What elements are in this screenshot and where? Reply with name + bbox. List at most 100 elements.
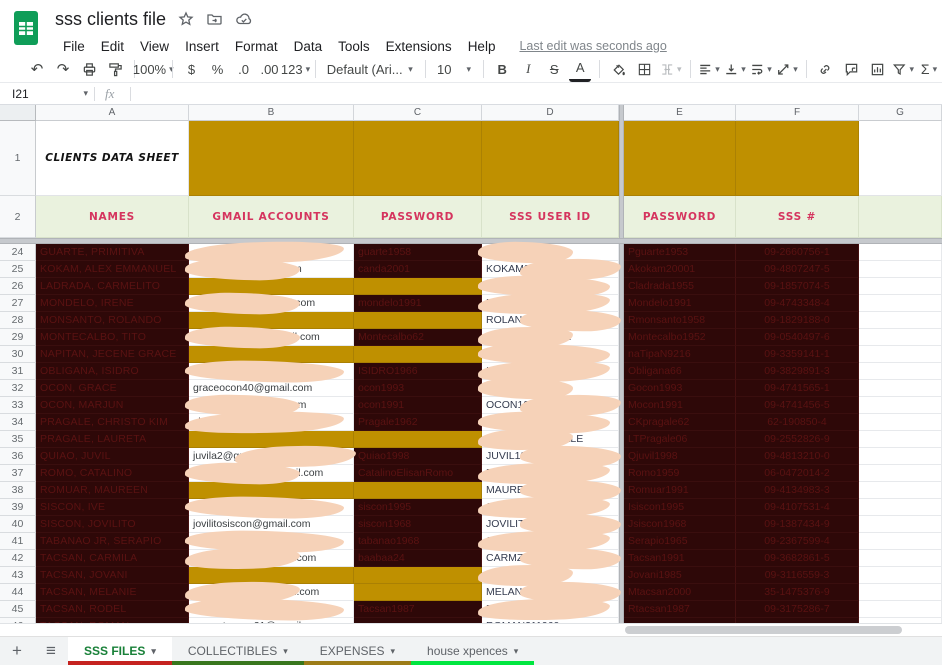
row-header[interactable]: 34 (0, 414, 36, 431)
column-header-B[interactable]: B (189, 105, 354, 121)
cell-gmail[interactable]: alexkokam@gmail.com (184, 257, 354, 282)
currency-format-button[interactable]: $ (181, 58, 203, 80)
cell-sss-number[interactable]: 09-4134983-3 (736, 482, 859, 499)
cell-password2[interactable]: Akokam20001 (624, 261, 736, 278)
cell-gmail[interactable]: catalinoromo70@gmail.com (184, 461, 354, 486)
cell-password2[interactable]: Gocon1993 (624, 380, 736, 397)
cell-name[interactable]: MONTECALBO, TITO (36, 329, 189, 346)
cell-name[interactable]: KOKAM, ALEX EMMANUEL (36, 261, 189, 278)
column-header-F[interactable]: F (736, 105, 859, 121)
font-select[interactable]: Default (Ari... ▾ (323, 58, 417, 80)
cell-password[interactable]: tabanao1968 (354, 533, 482, 550)
cell-password2[interactable]: CKpragale62 (624, 414, 736, 431)
header-cell-password2[interactable]: PASSWORD (624, 196, 736, 238)
cell-gmail[interactable]: rodeltacsan@gmail.com (184, 597, 354, 622)
header-cell-empty[interactable] (859, 196, 942, 238)
text-rotation-button[interactable]: ▾ (776, 58, 798, 80)
cell-password2[interactable]: naTipaN9216 (624, 346, 736, 363)
cell-gmail[interactable]: irenemondelo@gmail.com (184, 291, 354, 316)
tab-expenses[interactable]: EXPENSES ▾ (303, 637, 412, 665)
menu-file[interactable]: File (55, 37, 93, 56)
cell-sss-number[interactable]: 09-1829188-0 (736, 312, 859, 329)
increase-decimal-button[interactable]: .00 (259, 58, 281, 80)
cell-password2[interactable]: Romo1959 (624, 465, 736, 482)
cell-sss-number[interactable]: 09-4107531-4 (736, 499, 859, 516)
cell-sss-number[interactable]: 09-4741565-1 (736, 380, 859, 397)
cell-empty[interactable] (859, 261, 942, 278)
cell-gmail[interactable]: christokimpragale@gmail.com (184, 409, 354, 436)
cell-password2[interactable]: Cladrada1955 (624, 278, 736, 295)
header-cell-password[interactable]: PASSWORD (354, 196, 482, 238)
cell-empty[interactable] (859, 312, 942, 329)
cell-empty[interactable] (859, 278, 942, 295)
sheets-logo[interactable] (13, 8, 43, 48)
cell-empty[interactable] (859, 533, 942, 550)
cell-name[interactable]: TACSAN, MELANIE (36, 584, 189, 601)
cell-sss-number[interactable]: 09-4741456-5 (736, 397, 859, 414)
move-folder-icon[interactable] (206, 11, 223, 27)
redo-button[interactable]: ↷ (52, 58, 74, 80)
cell-password[interactable]: siscon1968 (354, 516, 482, 533)
cell-empty[interactable] (859, 567, 942, 584)
cell-sss-number[interactable]: 09-2367599-4 (736, 533, 859, 550)
cell-empty[interactable] (859, 363, 942, 380)
cell-name[interactable]: PRAGALE, CHRISTO KIM (36, 414, 189, 431)
cell-sss-number[interactable]: 09-0540497-6 (736, 329, 859, 346)
cell-name[interactable]: ROMUAR, MAUREEN (36, 482, 189, 499)
cell-name[interactable]: QUIAO, JUVIL (36, 448, 189, 465)
cell-empty[interactable] (859, 516, 942, 533)
cell-empty[interactable] (859, 601, 942, 618)
menu-help[interactable]: Help (460, 37, 504, 56)
row-header[interactable]: 35 (0, 431, 36, 448)
row-header[interactable]: 45 (0, 601, 36, 618)
row-header[interactable]: 32 (0, 380, 36, 397)
cell-password2[interactable]: Jovani1985 (624, 567, 736, 584)
cell-sss-user-id[interactable]: GOCON1993 (477, 376, 619, 401)
cell-empty[interactable] (859, 397, 942, 414)
merge-cells-button[interactable]: ▾ (660, 58, 682, 80)
cell-sss-number[interactable]: 62-190850-4 (736, 414, 859, 431)
cell-password2[interactable]: Montecalbo1952 (624, 329, 736, 346)
cell-password[interactable]: ocon1991 (354, 397, 482, 414)
tab-house-xpences[interactable]: house xpences ▾ (411, 637, 535, 665)
header-cell-sss-number[interactable]: SSS # (736, 196, 859, 238)
cell-password[interactable]: mondelo1991 (354, 295, 482, 312)
name-box[interactable]: I21 ▾ (0, 87, 88, 101)
cell-password[interactable] (354, 431, 482, 448)
column-header-G[interactable]: G (859, 105, 942, 121)
cell-name[interactable]: OCON, GRACE (36, 380, 189, 397)
cell-sss-number[interactable]: 09-4807247-5 (736, 261, 859, 278)
cell-password2[interactable]: Obligana66 (624, 363, 736, 380)
cell-empty[interactable] (859, 295, 942, 312)
cell-name[interactable]: OCON, MARJUN (36, 397, 189, 414)
cell-password[interactable]: guarte1958 (354, 244, 482, 261)
scrollbar-thumb[interactable] (625, 626, 902, 634)
cell-gmail[interactable] (189, 431, 354, 448)
cell-password2[interactable]: Romuar1991 (624, 482, 736, 499)
tab-sss-files[interactable]: SSS FILES ▾ (68, 637, 172, 665)
row-header[interactable]: 33 (0, 397, 36, 414)
filter-button[interactable]: ▾ (892, 58, 914, 80)
cell-password2[interactable]: Mondelo1991 (624, 295, 736, 312)
cell-sss-user-id[interactable]: RODELTACSAN (477, 596, 619, 623)
gold-cell[interactable] (354, 121, 482, 196)
menu-view[interactable]: View (132, 37, 177, 56)
column-header-E[interactable]: E (624, 105, 736, 121)
select-all-corner[interactable] (0, 105, 36, 121)
cell-password2[interactable]: Mocon1991 (624, 397, 736, 414)
insert-comment-button[interactable] (840, 58, 862, 80)
chevron-down-icon[interactable]: ▾ (83, 88, 88, 99)
cell-password[interactable] (354, 278, 482, 295)
cell-password[interactable]: ISIDRO1966 (354, 363, 482, 380)
row-header[interactable]: 31 (0, 363, 36, 380)
row-header[interactable]: 37 (0, 465, 36, 482)
cell-password[interactable] (354, 482, 482, 499)
cell-password[interactable] (354, 567, 482, 584)
menu-data[interactable]: Data (286, 37, 331, 56)
cell-empty[interactable] (859, 584, 942, 601)
fill-color-button[interactable] (608, 58, 630, 80)
row-header[interactable]: 36 (0, 448, 36, 465)
cell-password[interactable] (354, 312, 482, 329)
cell-password[interactable]: Quiao1998 (354, 448, 482, 465)
cell-name[interactable]: SISCON, JOVILITO (36, 516, 189, 533)
